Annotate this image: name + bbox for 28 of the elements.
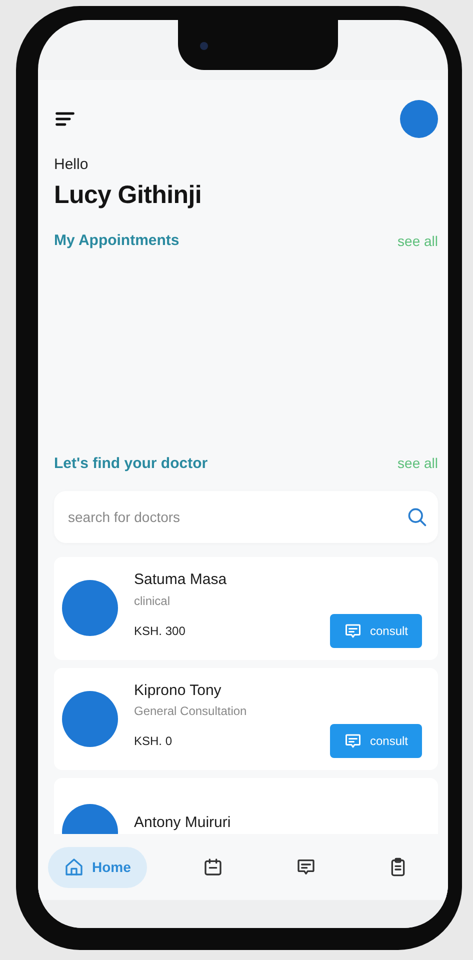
doctor-card[interactable]: Kiprono Tony General Consultation KSH. 0 consult (54, 668, 438, 770)
consult-button[interactable]: consult (330, 614, 422, 648)
search-icon[interactable] (406, 506, 428, 528)
doctor-name: Satuma Masa (134, 570, 228, 590)
consult-button[interactable]: consult (330, 724, 422, 758)
calendar-icon (203, 857, 224, 877)
see-all-link[interactable]: see all (398, 230, 438, 252)
chat-icon (344, 622, 362, 640)
nav-tab[interactable]: Home (48, 846, 147, 888)
search-bar[interactable]: search for doctors (54, 491, 438, 543)
doctor-specialty: General Consultation (134, 703, 248, 720)
search-field[interactable]: search for doctors (66, 506, 406, 528)
see-all-link[interactable]: see all (398, 453, 438, 474)
section-title: My Appointments (54, 231, 180, 251)
chat-icon (296, 857, 316, 877)
consultation-fee: KSH. 0 (134, 733, 172, 750)
greeting-text: Hello (54, 155, 90, 175)
section-title: Let's find your doctor (54, 454, 208, 474)
doctor-card[interactable]: Satuma Masa clinical KSH. 300 consult (54, 557, 438, 660)
profile-avatar[interactable] (400, 100, 438, 138)
home-icon (64, 857, 84, 877)
user-name: Lucy Githinji (54, 180, 202, 210)
doctor-specialty: clinical (134, 592, 172, 610)
consultation-fee: KSH. 300 (134, 622, 186, 640)
doctor-name: Kiprono Tony (134, 680, 222, 700)
doctor-name: Antony Muiruri (134, 812, 232, 833)
doctor-card[interactable]: Antony Muiruri (54, 778, 438, 834)
chat-icon (344, 732, 362, 750)
